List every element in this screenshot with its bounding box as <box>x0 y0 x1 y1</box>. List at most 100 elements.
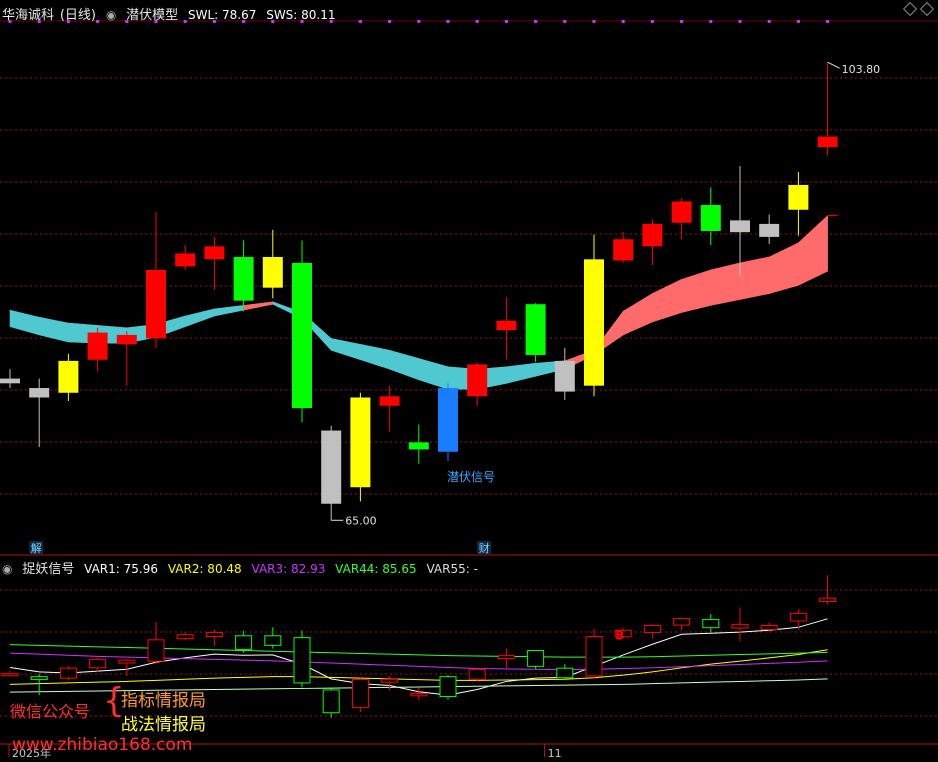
var3-value: VAR3: 82.93 <box>251 562 326 576</box>
var55-value: VAR55: - <box>426 562 478 576</box>
top-marker <box>388 20 392 23</box>
candle-body <box>262 256 283 288</box>
event-marker-label: 解 <box>31 541 42 555</box>
candle-body <box>87 332 108 360</box>
candle-body <box>379 396 400 406</box>
sub-candle-body <box>235 635 253 650</box>
top-marker <box>534 20 538 23</box>
candle-body <box>0 378 20 384</box>
candle-body <box>233 256 254 301</box>
sub-candle-body <box>760 624 778 631</box>
sub-candle-body <box>264 635 282 646</box>
sub-candle-body <box>789 612 807 622</box>
sub-candle-body <box>351 679 369 709</box>
candle-body <box>116 334 137 345</box>
candle-body <box>146 269 166 339</box>
top-marker <box>796 20 800 23</box>
top-marker <box>826 20 830 23</box>
candle-body <box>759 223 780 237</box>
candle-body <box>292 262 312 409</box>
top-marker <box>767 20 771 23</box>
candle-body <box>438 388 458 452</box>
top-marker <box>709 20 713 23</box>
sub-candle-body <box>410 693 428 697</box>
top-marker <box>358 20 362 23</box>
sub-candle-body <box>731 623 749 629</box>
var2-value: VAR2: 80.48 <box>167 562 242 576</box>
sub-candle-body <box>527 650 545 667</box>
sub-candle-body <box>205 631 223 638</box>
sub-candle-body <box>497 655 515 660</box>
candle-body <box>175 253 196 267</box>
candle-body <box>525 304 546 355</box>
period-label: (日线) <box>59 8 96 23</box>
sub-candle-body <box>643 624 661 633</box>
candle-body <box>730 220 750 233</box>
top-marker <box>446 20 450 23</box>
max-price-label: 103.80 <box>842 63 881 76</box>
x-axis-label: 11 <box>548 747 562 760</box>
indicator-settings-icon[interactable]: ◉ <box>106 8 116 22</box>
band-segment <box>739 256 770 300</box>
top-marker <box>621 20 625 23</box>
candle-body <box>321 430 342 504</box>
stock-name: 华海诚科 <box>2 8 55 23</box>
sub-candle-body <box>89 658 107 669</box>
candle-body <box>554 360 575 392</box>
candle-body <box>671 201 692 223</box>
sub-candle-body <box>585 636 603 677</box>
candle-body <box>700 205 721 231</box>
sub-candle-body <box>59 667 77 679</box>
min-price-label: 65.00 <box>345 514 377 527</box>
top-marker <box>650 20 654 23</box>
candle-body <box>350 397 371 488</box>
kline-chart: 103.8065.00潜伏信号解 财B2025年 11 <box>0 0 938 762</box>
sub-candle-body <box>293 637 311 684</box>
wechat-account-1: 指标情报局 <box>121 691 206 711</box>
sub-candle-body <box>556 667 574 679</box>
candle-body <box>817 136 838 148</box>
candle-body <box>408 442 429 450</box>
candle-body <box>613 239 634 261</box>
candle-body <box>788 184 809 210</box>
candle-body <box>204 246 225 260</box>
top-marker <box>504 20 508 23</box>
var44-value: VAR44: 85.65 <box>335 562 417 576</box>
sub-candle-body <box>176 634 194 640</box>
sub-candle-body <box>147 639 165 662</box>
top-marker <box>475 20 479 23</box>
latent-signal-label: 潜伏信号 <box>447 470 495 484</box>
top-marker <box>738 20 742 23</box>
top-marker <box>680 20 684 23</box>
top-marker <box>417 20 421 23</box>
main-header: 华海诚科 (日线) ◉ 潜伏模型 SWL: 78.67 SWS: 80.11 <box>2 4 342 23</box>
main-indicator-name[interactable]: 潜伏模型 <box>126 8 178 23</box>
candle-body <box>58 360 79 393</box>
candle-body <box>467 364 488 397</box>
sub-indicator-name[interactable]: 捉妖信号 <box>22 562 74 577</box>
sub-candle-body <box>819 597 837 603</box>
swl-value: SWL: 78.67 <box>187 8 257 22</box>
sub-candle-body <box>673 617 691 626</box>
buy-signal-label: B <box>615 629 624 643</box>
candle-body <box>584 259 604 386</box>
wechat-label: 微信公众号 <box>10 702 91 721</box>
wechat-account-2: 战法情报局 <box>121 715 206 735</box>
sub-candle-body <box>702 619 720 629</box>
top-marker <box>592 20 596 23</box>
event-marker-label: 财 <box>479 541 490 555</box>
sws-value: SWS: 80.11 <box>266 8 336 22</box>
sub-candle-body <box>118 659 136 664</box>
top-marker <box>563 20 567 23</box>
sub-candle-body <box>381 678 399 683</box>
sub-candle-body <box>468 668 486 680</box>
sub-indicator-settings-icon[interactable]: ◉ <box>2 562 12 576</box>
sub-candle-body <box>1 673 19 677</box>
candle-body <box>29 388 50 398</box>
sub-candle-body <box>30 676 48 681</box>
sub-candle-body <box>439 676 457 698</box>
sub-candle-body <box>322 689 340 714</box>
var1-value: VAR1: 75.96 <box>84 562 158 576</box>
candle-body <box>642 223 663 247</box>
band-segment <box>710 262 741 306</box>
